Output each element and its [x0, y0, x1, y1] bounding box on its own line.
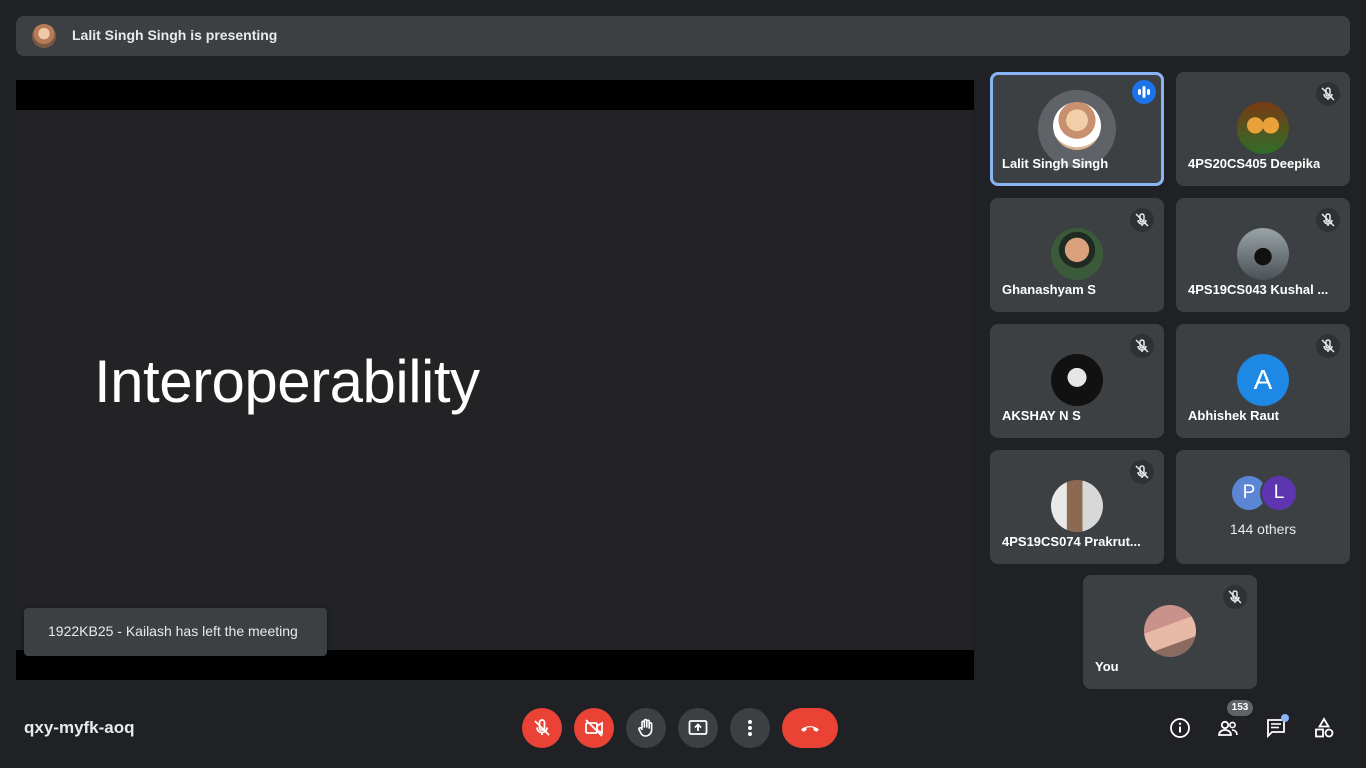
presenting-banner: Lalit Singh Singh is presenting: [16, 16, 1350, 56]
meeting-code: qxy-myfk-aoq: [24, 718, 135, 737]
camera-off-icon: [585, 719, 603, 737]
others-tile[interactable]: P L 144 others: [1176, 450, 1350, 564]
participant-tile[interactable]: AKSHAY N S: [990, 324, 1164, 438]
participant-tile[interactable]: 4PS19CS043 Kushal ...: [1176, 198, 1350, 312]
people-icon: [1218, 720, 1238, 736]
participant-tile[interactable]: 4PS19CS074 Prakrut...: [990, 450, 1164, 564]
participant-name: 4PS19CS074 Prakrut...: [1002, 534, 1141, 549]
participant-tile[interactable]: Ghanashyam S: [990, 198, 1164, 312]
mic-off-icon: [1130, 334, 1154, 358]
present-icon: [688, 720, 708, 735]
more-vert-icon: [748, 720, 752, 736]
mic-off-icon: [1316, 334, 1340, 358]
activities-icon: [1315, 717, 1334, 738]
others-count: 144 others: [1229, 521, 1297, 537]
avatar: [1144, 605, 1196, 657]
present-now-button[interactable]: [678, 708, 718, 748]
presenting-text: Lalit Singh Singh is presenting: [72, 27, 278, 43]
raise-hand-button[interactable]: [626, 708, 666, 748]
participant-tile[interactable]: 4PS20CS405 Deepika: [1176, 72, 1350, 186]
participant-name: 4PS20CS405 Deepika: [1188, 156, 1321, 171]
participant-name: 4PS19CS043 Kushal ...: [1188, 282, 1329, 297]
toast-text: 1922KB25 - Kailash has left the meeting: [48, 623, 298, 639]
mic-off-icon: [1316, 208, 1340, 232]
participant-name: Ghanashyam S: [1002, 282, 1096, 297]
leave-call-button[interactable]: [782, 708, 838, 748]
participant-name: AKSHAY N S: [1002, 408, 1081, 423]
people-button[interactable]: [1212, 712, 1244, 744]
avatar: [1051, 480, 1103, 532]
speaking-indicator-icon: [1132, 80, 1156, 104]
info-icon: [1170, 718, 1190, 738]
participant-tile[interactable]: A Abhishek Raut: [1176, 324, 1350, 438]
participant-tile[interactable]: Lalit Singh Singh: [990, 72, 1164, 186]
mic-toggle-button[interactable]: [522, 708, 562, 748]
avatar: [1237, 102, 1289, 154]
mic-off-icon: [1316, 82, 1340, 106]
meeting-details-button[interactable]: [1164, 712, 1196, 744]
activities-button[interactable]: [1308, 712, 1340, 744]
mic-off-icon: [1130, 208, 1154, 232]
notification-toast: 1922KB25 - Kailash has left the meeting: [24, 608, 327, 656]
presentation-stage: Interoperability: [16, 80, 974, 680]
avatar-initial: A: [1237, 354, 1289, 406]
mic-off-icon: [534, 719, 550, 736]
avatar: [1053, 102, 1101, 150]
avatar: [1237, 228, 1289, 280]
mic-off-icon: [1130, 460, 1154, 484]
avatar: [1051, 354, 1103, 406]
call-end-icon: [801, 726, 819, 732]
participant-name: You: [1095, 659, 1119, 674]
more-options-button[interactable]: [730, 708, 770, 748]
camera-toggle-button[interactable]: [574, 708, 614, 748]
chat-notification-dot: [1281, 714, 1289, 722]
people-count-badge: 153: [1227, 700, 1253, 716]
slide-title: Interoperability: [94, 348, 480, 415]
hand-icon: [638, 718, 653, 737]
slide: Interoperability: [16, 110, 974, 650]
avatar: [1051, 228, 1103, 280]
avatar-initial: L: [1260, 474, 1298, 512]
self-tile[interactable]: You: [1083, 575, 1257, 689]
participant-name: Abhishek Raut: [1188, 408, 1280, 423]
mic-off-icon: [1223, 585, 1247, 609]
participant-name: Lalit Singh Singh: [1002, 156, 1109, 171]
presenter-avatar: [32, 24, 56, 48]
